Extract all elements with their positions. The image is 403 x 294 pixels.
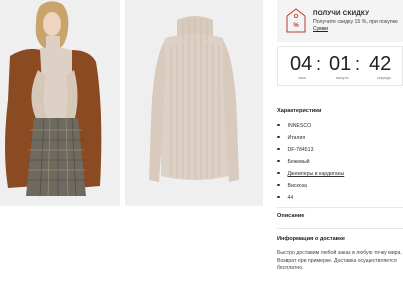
attr-color: Бежевый (277, 159, 309, 165)
divider (277, 207, 403, 208)
attr-material: Вискоза (277, 183, 307, 189)
discount-promo: % ПОЛУЧИ СКИДКУ Получите скидку 15 %, пр… (277, 0, 403, 42)
timer-minutes-label: минуты (336, 76, 349, 80)
attr-brand: INNESCO (277, 123, 311, 129)
divider (277, 228, 403, 229)
promo-title: ПОЛУЧИ СКИДКУ (313, 10, 370, 17)
timer-seconds: 42 (369, 53, 392, 75)
countdown-timer: 04 : 01 : 42 часа минуты секунды (277, 46, 403, 86)
promo-text: Получите скидку 15 %, при покупке Сумки (313, 19, 398, 32)
promo-link-bags[interactable]: Сумки (313, 26, 328, 32)
timer-hours-label: часа (298, 76, 306, 80)
model-image (0, 0, 120, 206)
attr-category-link[interactable]: Джемперы и кардиганы (277, 171, 344, 177)
product-photo-sweater[interactable] (125, 0, 263, 206)
timer-separator: : (316, 54, 322, 74)
attr-size: 44 (277, 195, 293, 201)
svg-text:%: % (293, 23, 299, 29)
attr-country: Италия (277, 135, 305, 141)
timer-minutes: 01 (329, 53, 352, 75)
timer-hours: 04 (290, 53, 313, 75)
timer-seconds-label: секунды (377, 76, 391, 80)
product-photo-model[interactable] (0, 0, 120, 206)
characteristics-title: Характеристики (277, 108, 322, 114)
discount-tag-icon: % (286, 8, 306, 33)
description-title[interactable]: Описание (277, 213, 304, 219)
sweater-image (125, 0, 263, 206)
timer-separator: : (355, 54, 361, 74)
attr-article: DF-784513 (277, 147, 313, 153)
delivery-text: Быстро доставим любой заказ в любую точк… (277, 250, 402, 272)
delivery-title: Информация о доставке (277, 236, 346, 242)
